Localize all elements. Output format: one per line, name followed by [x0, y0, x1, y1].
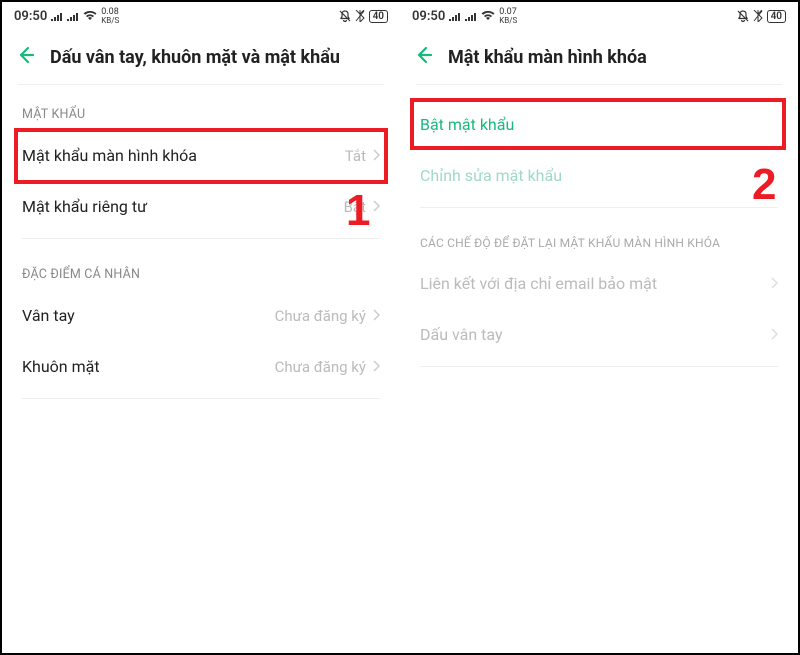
menu-item-label: Mật khẩu riêng tư — [22, 197, 147, 216]
section-header-biometrics: ĐẶC ĐIỂM CÁ NHÂN — [2, 245, 400, 290]
menu-item-label: Dấu vân tay — [420, 325, 503, 344]
menu-item-label: Khuôn mặt — [22, 357, 100, 376]
section-divider — [22, 238, 380, 239]
menu-item-label: Mật khẩu màn hình khóa — [22, 146, 197, 165]
menu-item-edit-password: Chỉnh sửa mật khẩu — [400, 150, 798, 201]
status-right: 40 — [339, 10, 388, 23]
section-divider — [420, 366, 778, 367]
page-title: Mật khẩu màn hình khóa — [448, 47, 647, 68]
signal-icon-2 — [67, 11, 79, 21]
menu-item-enable-password[interactable]: Bật mật khẩu — [400, 99, 798, 150]
menu-item-label: Liên kết với địa chỉ email bảo mật — [420, 274, 657, 293]
status-bar: 09:50 0.07 KB/S 40 — [400, 2, 798, 30]
menu-item-link-email: Liên kết với địa chỉ email bảo mật — [400, 258, 798, 309]
chevron-right-icon — [770, 326, 778, 344]
menu-item-fingerprint: Dấu vân tay — [400, 309, 798, 360]
menu-item-label: Vân tay — [22, 306, 75, 325]
page-header: Mật khẩu màn hình khóa — [400, 30, 798, 84]
status-bar: 09:50 0.08 KB/S 40 — [2, 2, 400, 30]
chevron-right-icon — [770, 275, 778, 293]
network-speed: 0.08 KB/S — [101, 8, 119, 25]
back-arrow-icon[interactable] — [412, 44, 434, 70]
wifi-icon — [481, 11, 495, 21]
menu-item-value — [770, 326, 778, 344]
chevron-right-icon — [372, 147, 380, 165]
battery-indicator: 40 — [369, 10, 388, 23]
status-left: 09:50 0.08 KB/S — [14, 8, 119, 25]
menu-item-value: Bật — [344, 198, 380, 216]
chevron-right-icon — [372, 358, 380, 376]
mute-icon — [737, 10, 749, 22]
chevron-right-icon — [372, 198, 380, 216]
page-header: Dấu vân tay, khuôn mặt và mật khẩu — [2, 30, 400, 84]
chevron-right-icon — [372, 307, 380, 325]
mute-icon — [339, 10, 351, 22]
status-time: 09:50 — [14, 9, 47, 24]
section-divider — [420, 207, 778, 208]
back-arrow-icon[interactable] — [14, 44, 36, 70]
status-time: 09:50 — [412, 9, 445, 24]
section-divider — [22, 398, 380, 399]
section-header-password: MẬT KHẨU — [2, 85, 400, 130]
menu-item-value — [770, 275, 778, 293]
wifi-icon — [83, 11, 97, 21]
status-left: 09:50 0.07 KB/S — [412, 8, 517, 25]
bluetooth-off-icon — [753, 10, 763, 22]
menu-item-lock-screen-password[interactable]: Mật khẩu màn hình khóa Tắt — [2, 130, 400, 181]
network-speed: 0.07 KB/S — [499, 8, 517, 25]
status-right: 40 — [737, 10, 786, 23]
page-title: Dấu vân tay, khuôn mặt và mật khẩu — [50, 47, 340, 68]
signal-icon — [449, 11, 461, 21]
phone-screenshot-right: 09:50 0.07 KB/S 40 — [400, 2, 798, 653]
phone-screenshot-left: 09:50 0.08 KB/S 40 — [2, 2, 400, 653]
section-header-reset-modes: CÁC CHẾ ĐỘ ĐỂ ĐẶT LẠI MẬT KHẨU MÀN HÌNH … — [400, 214, 798, 258]
bluetooth-off-icon — [355, 10, 365, 22]
menu-item-label: Bật mật khẩu — [420, 115, 514, 134]
menu-item-private-password[interactable]: Mật khẩu riêng tư Bật — [2, 181, 400, 232]
menu-item-value: Chưa đăng ký — [275, 358, 380, 376]
menu-item-value: Chưa đăng ký — [275, 307, 380, 325]
menu-item-face[interactable]: Khuôn mặt Chưa đăng ký — [2, 341, 400, 392]
battery-indicator: 40 — [767, 10, 786, 23]
signal-icon-2 — [465, 11, 477, 21]
menu-item-label: Chỉnh sửa mật khẩu — [420, 166, 562, 185]
menu-item-value: Tắt — [345, 147, 380, 165]
signal-icon — [51, 11, 63, 21]
menu-item-fingerprint[interactable]: Vân tay Chưa đăng ký — [2, 290, 400, 341]
